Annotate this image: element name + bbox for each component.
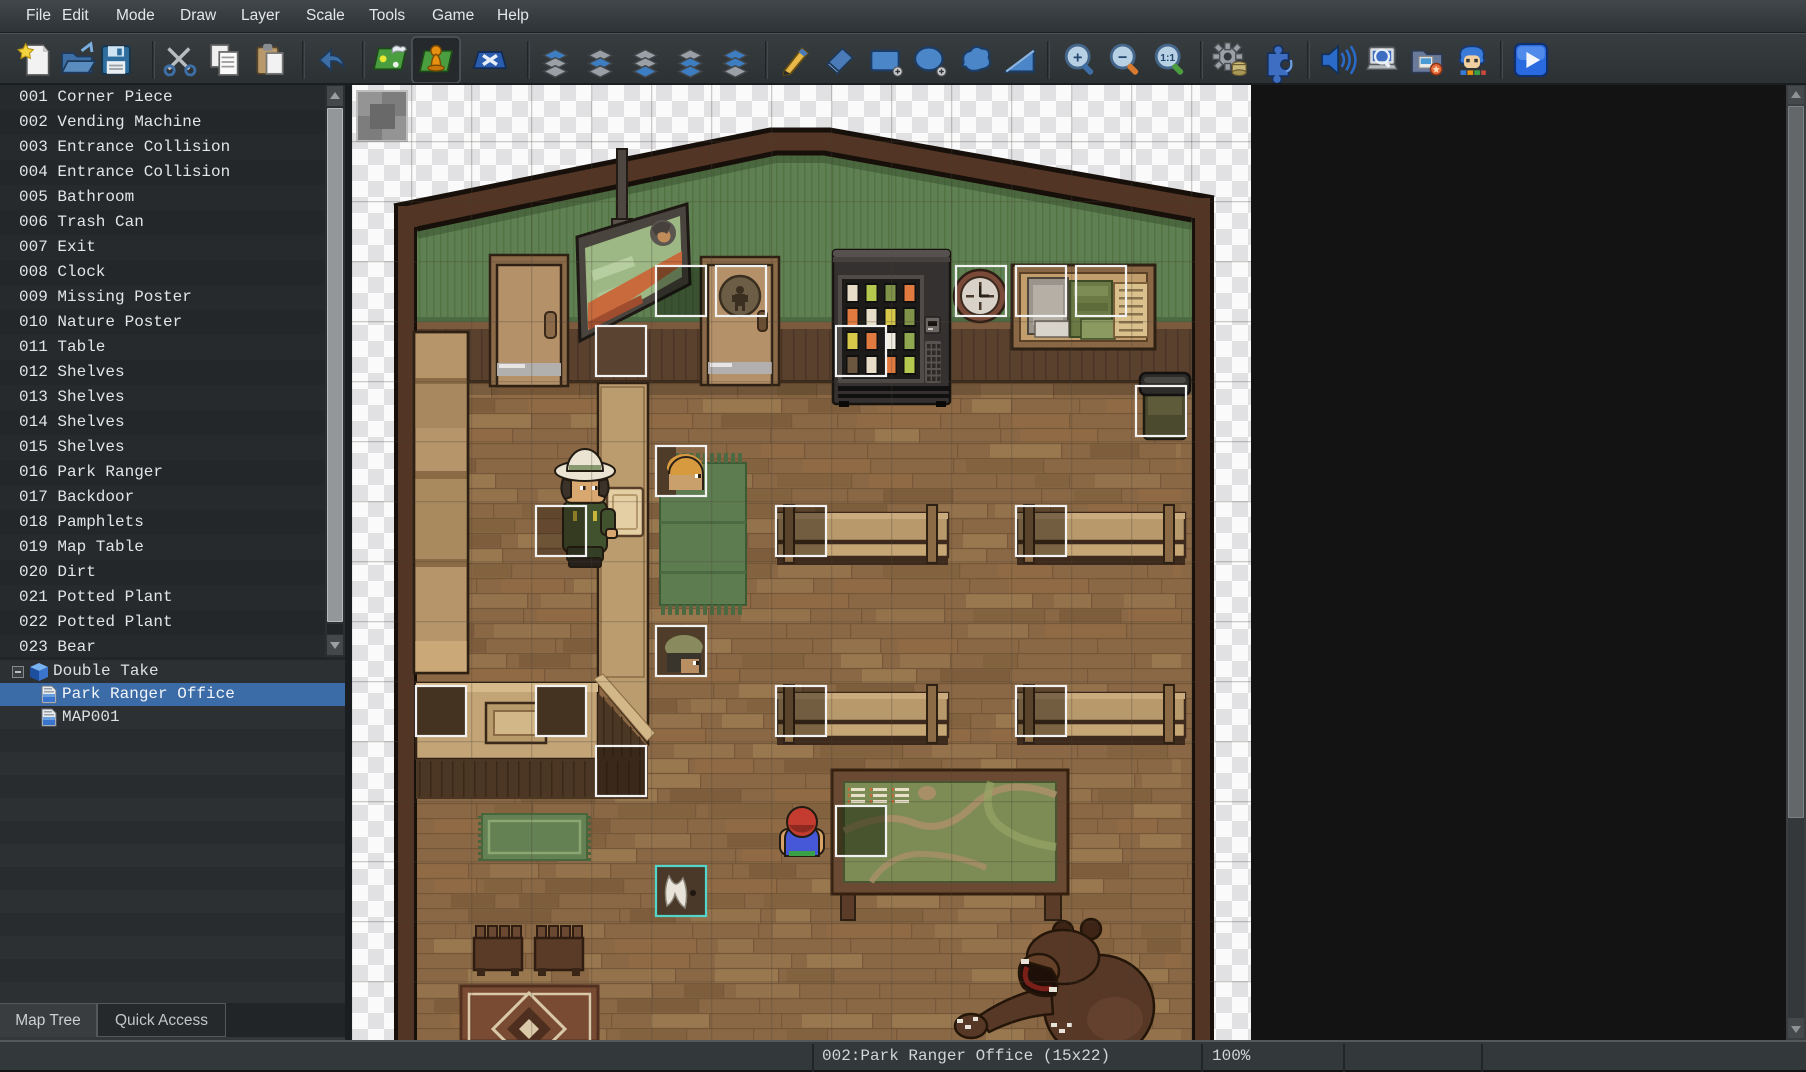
svg-text:+: +	[1073, 48, 1082, 66]
svg-text:1:1: 1:1	[1160, 53, 1175, 64]
svg-text:−: −	[1118, 48, 1127, 66]
